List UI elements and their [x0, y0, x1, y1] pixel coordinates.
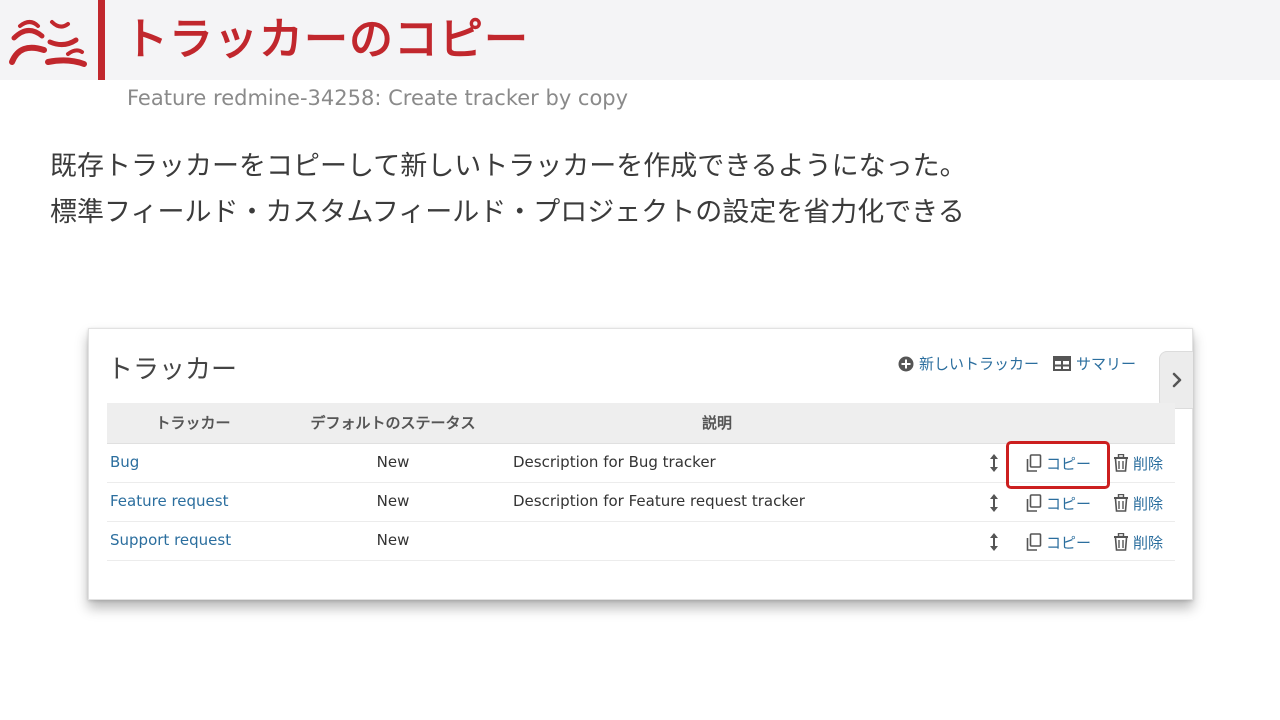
- table-row: Support request New コピー 削除: [107, 521, 1175, 561]
- column-header-default-status[interactable]: デフォルトのステータス: [279, 403, 507, 444]
- default-status-cell: New: [279, 482, 507, 522]
- default-status-cell: New: [279, 443, 507, 483]
- copy-link[interactable]: コピー: [1020, 532, 1097, 553]
- delete-link[interactable]: 削除: [1113, 493, 1163, 514]
- sidebar-toggle-button[interactable]: [1159, 351, 1193, 409]
- trash-icon: [1113, 533, 1128, 551]
- reorder-handle[interactable]: [984, 453, 1004, 473]
- slide-title: トラッカーのコピー: [124, 14, 529, 65]
- sort-arrows-icon: [989, 454, 998, 472]
- description-cell: Description for Feature request tracker: [507, 482, 927, 522]
- column-header-description[interactable]: 説明: [507, 403, 927, 444]
- tracker-screenshot-panel: トラッカー 新しいトラッカー サマリー トラッカー デフォルトのステータス 説明…: [88, 328, 1193, 600]
- reorder-handle[interactable]: [984, 493, 1004, 513]
- description-line-2: 標準フィールド・カスタムフィールド・プロジェクトの設定を省力化できる: [50, 197, 965, 228]
- description-cell: Description for Bug tracker: [507, 443, 927, 483]
- delete-label: 削除: [1132, 494, 1163, 513]
- copy-link[interactable]: コピー: [1005, 440, 1110, 489]
- slide-description: 既存トラッカーをコピーして新しいトラッカーを作成できるようになった。 標準フィー…: [50, 144, 967, 236]
- copy-icon: [1026, 533, 1042, 551]
- sort-arrows-icon: [989, 533, 998, 551]
- delete-label: 削除: [1132, 533, 1163, 552]
- description-cell: [507, 521, 927, 561]
- new-tracker-link[interactable]: 新しいトラッカー: [898, 353, 1039, 374]
- contextual-menu: 新しいトラッカー サマリー: [898, 353, 1136, 374]
- chevron-right-icon: [1172, 372, 1181, 388]
- tracker-table: トラッカー デフォルトのステータス 説明 Bug New Description…: [107, 403, 1175, 561]
- tracker-name-link[interactable]: Feature request: [110, 492, 228, 510]
- summary-link[interactable]: サマリー: [1052, 353, 1136, 374]
- add-circle-icon: [898, 356, 914, 371]
- delete-link[interactable]: 削除: [1113, 453, 1163, 474]
- copy-icon: [1026, 454, 1042, 472]
- new-tracker-label: 新しいトラッカー: [918, 355, 1039, 373]
- copy-label: コピー: [1045, 533, 1091, 552]
- copy-label: コピー: [1045, 494, 1091, 513]
- summary-label: サマリー: [1075, 355, 1136, 373]
- default-status-cell: New: [279, 521, 507, 561]
- trash-icon: [1113, 454, 1128, 472]
- copy-link[interactable]: コピー: [1020, 493, 1097, 514]
- description-line-1: 既存トラッカーをコピーして新しいトラッカーを作成できるようになった。: [50, 151, 967, 182]
- page-title: トラッカー: [107, 355, 238, 385]
- tracker-name-link[interactable]: Support request: [110, 531, 231, 549]
- sort-arrows-icon: [989, 494, 998, 512]
- column-header-actions: [927, 403, 1175, 444]
- delete-link[interactable]: 削除: [1113, 532, 1163, 553]
- table-header-row: トラッカー デフォルトのステータス 説明: [107, 403, 1175, 444]
- copy-icon: [1026, 494, 1042, 512]
- title-accent-bar: [98, 0, 105, 80]
- tracker-name-link[interactable]: Bug: [110, 453, 139, 471]
- column-header-tracker[interactable]: トラッカー: [107, 403, 279, 444]
- reorder-handle[interactable]: [984, 532, 1004, 552]
- slide-subtitle: Feature redmine-34258: Create tracker by…: [127, 86, 629, 110]
- table-icon: [1052, 356, 1071, 371]
- table-row: Bug New Description for Bug tracker コピー …: [107, 440, 1175, 489]
- delete-label: 削除: [1132, 454, 1163, 473]
- redmine-logo-icon: [9, 20, 87, 67]
- trash-icon: [1113, 494, 1128, 512]
- copy-label: コピー: [1045, 454, 1091, 473]
